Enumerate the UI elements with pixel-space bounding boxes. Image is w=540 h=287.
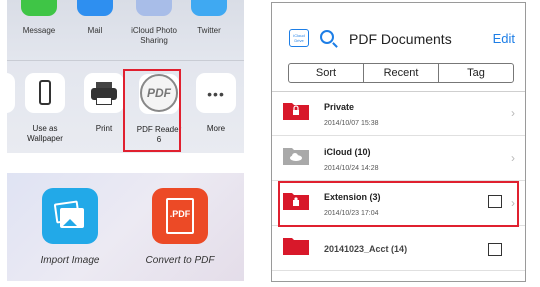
chevron-right-icon: › xyxy=(511,106,515,120)
share-apps-row: Message Mail iCloud Photo Sharing Twitte… xyxy=(7,0,244,58)
pdf-file-badge: .PDF xyxy=(169,209,191,219)
action-label: Print xyxy=(95,124,113,133)
pdf-reader-highlight xyxy=(123,69,181,152)
import-image-button[interactable]: Import Image xyxy=(35,188,105,266)
convert-to-pdf-label: Convert to PDF xyxy=(145,255,215,266)
share-app-label: Message xyxy=(22,26,56,35)
import-image-label: Import Image xyxy=(40,255,100,266)
folder-date: 2014/10/07 15:38 xyxy=(324,120,379,127)
segment-recent[interactable]: Recent xyxy=(364,64,439,82)
convert-to-pdf-button[interactable]: .PDF Convert to PDF xyxy=(145,188,215,266)
edit-button[interactable]: Edit xyxy=(493,31,515,46)
message-icon xyxy=(21,0,57,16)
folder-icon xyxy=(283,235,309,255)
phone-icon xyxy=(25,73,65,113)
chevron-right-icon: › xyxy=(511,151,515,165)
folder-row[interactable]: 20141023_Acct (14) xyxy=(272,227,525,271)
action-print[interactable]: Print xyxy=(80,73,128,134)
folder-row[interactable]: iCloud (10) 2014/10/24 14:28 › xyxy=(272,137,525,181)
edit-note-icon[interactable] xyxy=(488,243,502,256)
printer-icon xyxy=(84,73,124,113)
folder-name: 20141023_Acct (14) xyxy=(324,244,408,254)
share-app-label: Twitter xyxy=(197,26,221,35)
segment-tag[interactable]: Tag xyxy=(439,64,513,82)
pdf-file-icon: .PDF xyxy=(152,188,208,244)
action-use-as-wallpaper[interactable]: Use as Wallpaper xyxy=(21,73,69,144)
mail-icon xyxy=(77,0,113,16)
icloud-drive-icon[interactable]: iCloud Drive xyxy=(289,29,309,47)
action-more[interactable]: ••• More xyxy=(192,73,240,134)
lock-folder-icon xyxy=(283,100,309,120)
folder-name: iCloud (10) xyxy=(324,147,371,157)
page-title: PDF Documents xyxy=(349,31,452,47)
folder-row[interactable]: Private 2014/10/07 15:38 › xyxy=(272,92,525,136)
partial-action-tile xyxy=(7,73,15,113)
image-gallery-icon xyxy=(42,188,98,244)
search-icon-handle xyxy=(332,42,338,48)
folder-name: Private xyxy=(324,102,355,112)
action-label: Use as Wallpaper xyxy=(27,124,63,143)
folder-date: 2014/10/24 14:28 xyxy=(324,165,379,172)
cloud-folder-icon xyxy=(283,145,309,165)
more-dots-icon: ••• xyxy=(196,73,236,113)
segment-sort[interactable]: Sort xyxy=(289,64,364,82)
twitter-icon xyxy=(191,0,227,16)
action-label: More xyxy=(206,124,226,133)
icloud-photo-icon xyxy=(136,0,172,16)
nav-bar: iCloud Drive PDF Documents Edit xyxy=(272,3,525,61)
extension-folder-highlight xyxy=(278,181,519,227)
sort-segmented-control: Sort Recent Tag xyxy=(288,63,514,83)
share-app-label: Mail xyxy=(87,26,103,35)
pdf-documents-panel: iCloud Drive PDF Documents Edit Sort Rec… xyxy=(271,2,526,282)
extension-panel: Import Image .PDF Convert to PDF xyxy=(7,173,244,281)
